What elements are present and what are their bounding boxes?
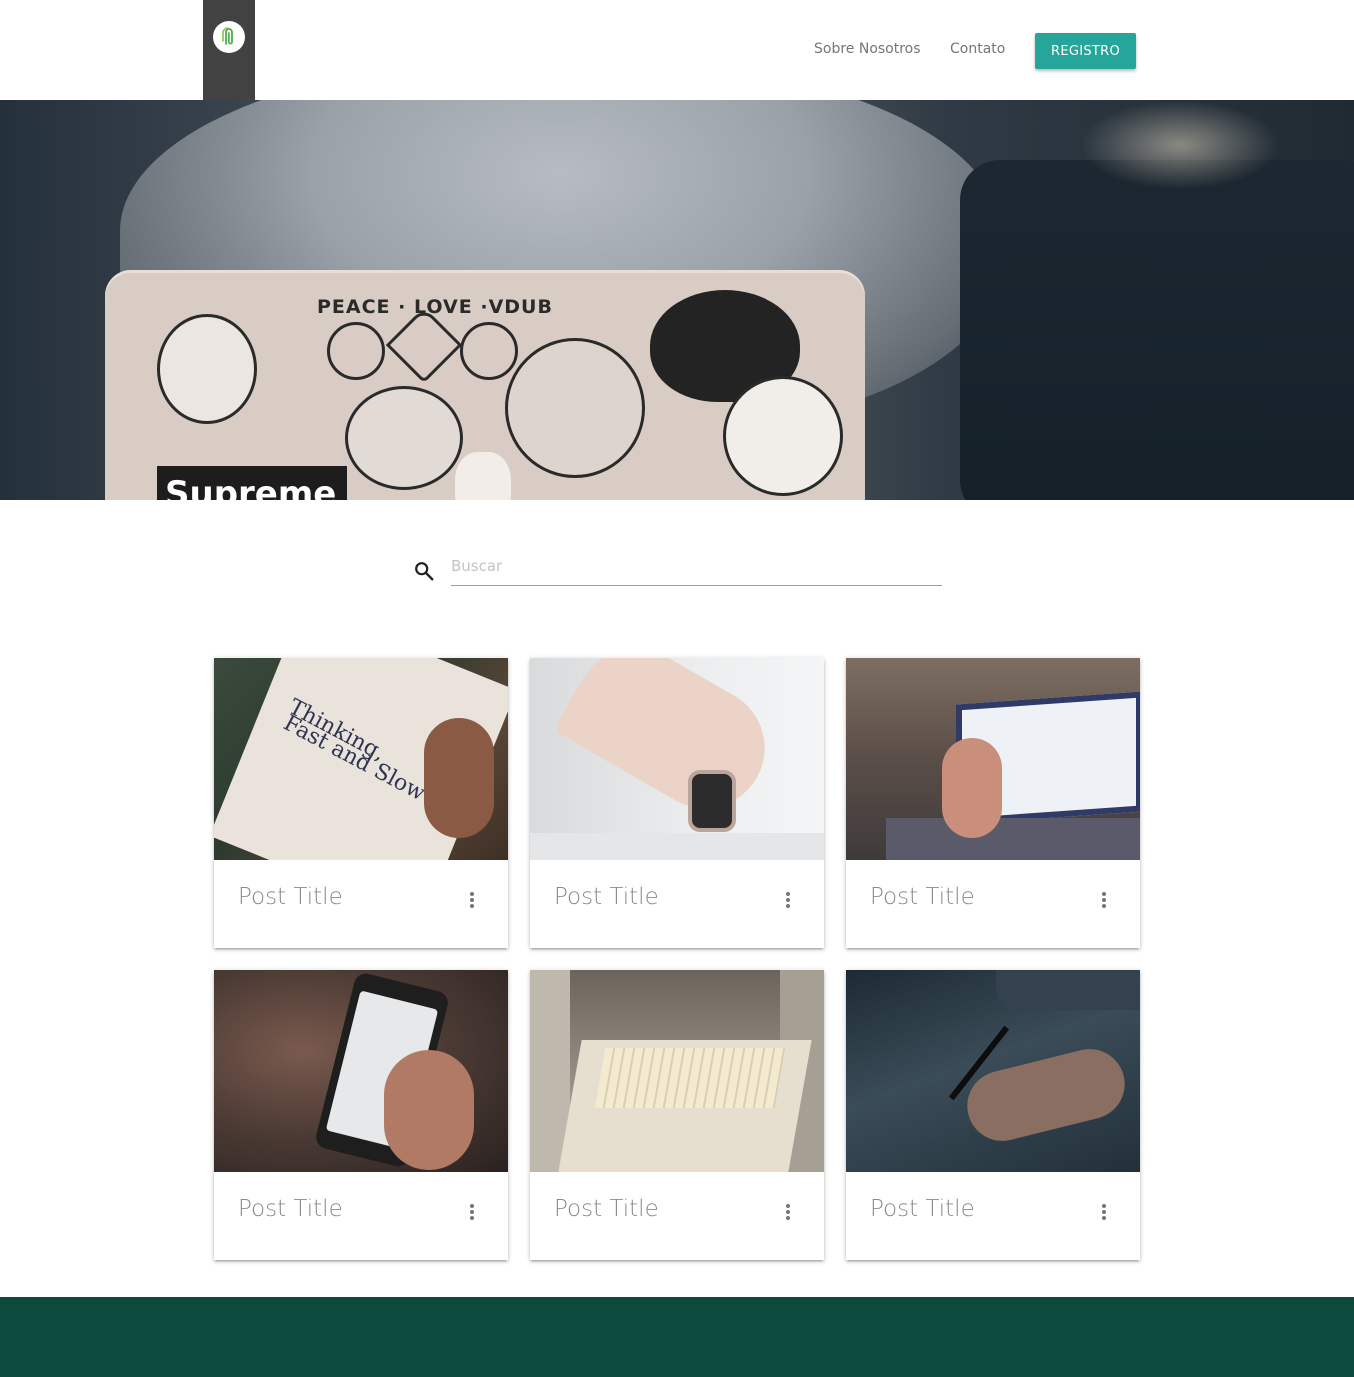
hero-banner-image: PEACE · LOVE ·VDUB Supreme: [0, 100, 1354, 500]
post-title[interactable]: Post Title: [870, 1196, 975, 1222]
post-card[interactable]: Post Title: [846, 970, 1140, 1260]
post-title[interactable]: Post Title: [554, 1196, 659, 1222]
post-card-image[interactable]: [846, 970, 1140, 1172]
hand: [424, 718, 494, 838]
retro-woman-sticker: [505, 338, 645, 478]
more-vert-icon[interactable]: [464, 1202, 480, 1224]
search-bar: [413, 546, 943, 590]
post-card[interactable]: Post Title: [214, 970, 508, 1260]
laptop-keyboard: [886, 818, 1140, 860]
search-icon[interactable]: [413, 560, 435, 582]
post-card[interactable]: Post Title: [530, 658, 824, 948]
smartwatch: [688, 770, 736, 832]
more-vert-icon[interactable]: [464, 890, 480, 912]
paperclip-icon: [222, 27, 233, 45]
post-card-image[interactable]: Thinking, Fast and Slow: [214, 658, 508, 860]
heart-sticker: [385, 306, 463, 384]
more-vert-icon[interactable]: [1096, 1202, 1112, 1224]
hand: [553, 658, 787, 830]
nav-link-about[interactable]: Sobre Nosotros: [814, 41, 921, 57]
register-button[interactable]: REGISTRO: [1035, 33, 1136, 69]
post-card-image[interactable]: [530, 970, 824, 1172]
brand-sticker: Supreme: [157, 466, 347, 500]
logo[interactable]: [213, 21, 245, 53]
hand: [942, 738, 1002, 838]
hero-laptop: PEACE · LOVE ·VDUB Supreme: [105, 270, 865, 500]
nav-link-contact[interactable]: Contato: [950, 41, 1005, 57]
post-title[interactable]: Post Title: [554, 884, 659, 910]
more-vert-icon[interactable]: [780, 1202, 796, 1224]
post-card[interactable]: Post Title: [846, 658, 1140, 948]
hero-background-light: [1080, 100, 1280, 190]
panda-sticker: [723, 376, 843, 496]
post-card[interactable]: Post Title: [530, 970, 824, 1260]
hand: [384, 1050, 474, 1170]
skull-sticker: [157, 314, 257, 424]
peace-sticker: [327, 322, 385, 380]
search-input[interactable]: [451, 546, 942, 586]
post-card[interactable]: Thinking, Fast and Slow Post Title: [214, 658, 508, 948]
vw-sticker: [460, 322, 518, 380]
more-vert-icon[interactable]: [780, 890, 796, 912]
apple-logo-icon: [455, 452, 511, 500]
post-title[interactable]: Post Title: [238, 1196, 343, 1222]
laptop-sticker-text: PEACE · LOVE ·VDUB: [317, 296, 553, 318]
post-title[interactable]: Post Title: [870, 884, 975, 910]
logo-tab[interactable]: [203, 0, 255, 100]
more-vert-icon[interactable]: [1096, 890, 1112, 912]
table-surface: [530, 833, 824, 860]
footer: [0, 1297, 1354, 1377]
post-card-image[interactable]: [214, 970, 508, 1172]
index-cards: [594, 1048, 786, 1108]
hero-background-chair: [960, 160, 1354, 500]
cartoon-sticker: [345, 386, 463, 490]
top-navbar: Sobre Nosotros Contato REGISTRO: [0, 0, 1354, 100]
post-card-image[interactable]: [530, 658, 824, 860]
post-title[interactable]: Post Title: [238, 884, 343, 910]
keyboard: [996, 970, 1140, 1010]
post-card-image[interactable]: [846, 658, 1140, 860]
